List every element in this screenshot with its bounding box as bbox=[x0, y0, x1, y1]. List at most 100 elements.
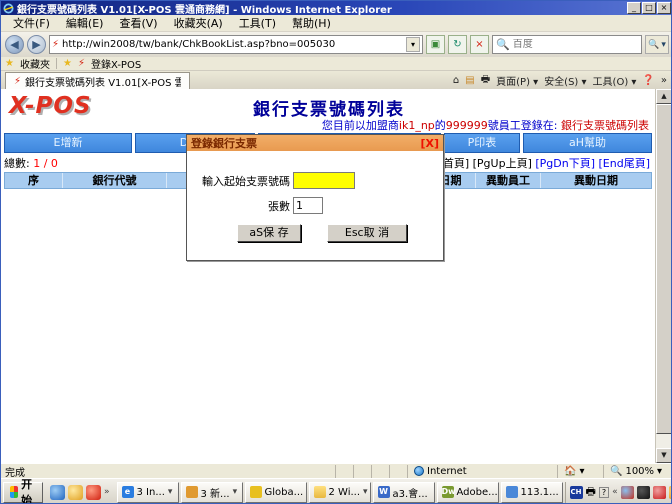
home-icon[interactable]: ⌂ bbox=[453, 75, 459, 86]
taskbar-button-label: Adobe... bbox=[457, 487, 498, 498]
tray-app-icon[interactable] bbox=[621, 486, 634, 499]
quick-launch-overflow[interactable]: » bbox=[104, 487, 110, 497]
qq-icon[interactable] bbox=[86, 485, 101, 500]
status-segment bbox=[371, 465, 389, 478]
count-label: 張數 bbox=[268, 198, 290, 214]
col-bank-code: 銀行代號 bbox=[63, 173, 167, 188]
taskbar-window-group-ie[interactable]: e 3 In... ▾ bbox=[117, 482, 179, 503]
tab-label: 銀行支票號碼列表 V1.01[X-POS 雲通商務網] bbox=[25, 74, 181, 89]
favorites-button[interactable]: 收藏夾 bbox=[20, 56, 50, 71]
address-dropdown[interactable]: ▾ bbox=[406, 37, 420, 52]
back-button[interactable]: ◀ bbox=[5, 35, 24, 54]
tray-collapse-arrow[interactable]: « bbox=[612, 487, 618, 497]
cancel-button[interactable]: Esc取 消 bbox=[327, 224, 407, 242]
address-input[interactable] bbox=[62, 39, 403, 50]
login-status-text: 的 bbox=[435, 119, 446, 132]
dialog-title: 登錄銀行支票 bbox=[191, 135, 257, 151]
security-zone: Internet bbox=[407, 465, 557, 478]
search-options-arrow: ▾ bbox=[661, 40, 666, 50]
scroll-up-arrow[interactable]: ▲ bbox=[656, 89, 672, 104]
ie-logo-icon bbox=[3, 3, 14, 14]
start-button[interactable]: 开始 bbox=[3, 482, 43, 503]
zoom-level: 100% bbox=[625, 466, 654, 477]
tools-menu[interactable]: 工具(O) ▾ bbox=[593, 73, 637, 88]
taskbar-window-global[interactable]: Globa... bbox=[245, 482, 307, 503]
feeds-icon[interactable]: ▤ bbox=[465, 75, 474, 86]
menu-help[interactable]: 幫助(H) bbox=[284, 14, 339, 32]
zoom-control[interactable]: 🔍 100% ▾ bbox=[603, 465, 672, 478]
help-tray-icon[interactable]: ? bbox=[599, 487, 609, 498]
login-status-text: 您目前以加盟商 bbox=[322, 119, 399, 132]
system-tray: CH 🖶 ? « 14:34 bbox=[565, 482, 672, 503]
taskbar-window-adobe[interactable]: Dw Adobe... bbox=[437, 482, 499, 503]
scroll-down-arrow[interactable]: ▼ bbox=[656, 448, 672, 463]
language-indicator[interactable]: CH bbox=[570, 486, 583, 499]
col-modify-date: 異動日期 bbox=[541, 173, 651, 188]
menu-favorites[interactable]: 收藏夾(A) bbox=[166, 14, 231, 32]
windows-flag-icon bbox=[10, 486, 18, 498]
command-overflow[interactable]: » bbox=[661, 75, 667, 86]
maximize-button[interactable]: □ bbox=[642, 2, 656, 14]
col-modify-employee: 異動員工 bbox=[476, 173, 541, 188]
add-favorite-icon[interactable]: ★ bbox=[63, 58, 72, 69]
taskbar: 开始 » e 3 In... ▾ 3 新... ▾ Globa... 2 Wi.… bbox=[1, 478, 672, 504]
taskbar-window-7[interactable]: 113.1... bbox=[501, 482, 563, 503]
app-icon bbox=[186, 486, 198, 498]
messenger-icon[interactable] bbox=[50, 485, 65, 500]
tab-favicon: ⚡ bbox=[14, 76, 21, 87]
add-button[interactable]: E增新 bbox=[4, 133, 132, 153]
taskbar-button-label: 3 In... bbox=[137, 487, 165, 498]
menu-file[interactable]: 文件(F) bbox=[5, 14, 58, 32]
dialog-close-button[interactable]: [X] bbox=[420, 137, 439, 150]
tab-bar: ⚡ 銀行支票號碼列表 V1.01[X-POS 雲通商務網] ⌂ ▤ 🖶 頁面(P… bbox=[1, 71, 672, 89]
start-number-input[interactable] bbox=[293, 172, 355, 189]
zone-label: Internet bbox=[427, 466, 467, 477]
help-button[interactable]: aH幫助 bbox=[523, 133, 652, 153]
help-icon[interactable]: ❓ bbox=[642, 75, 654, 86]
close-button[interactable]: × bbox=[657, 2, 671, 14]
stop-button[interactable]: × bbox=[470, 35, 489, 54]
wangwang-icon[interactable] bbox=[68, 485, 83, 500]
minimize-button[interactable]: _ bbox=[627, 2, 641, 14]
login-status: 您目前以加盟商ik1_np的999999號員工登錄在: 銀行支票號碼列表 bbox=[322, 117, 649, 133]
qq-tray-icon2[interactable] bbox=[653, 486, 666, 499]
refresh-button[interactable]: ↻ bbox=[448, 35, 467, 54]
save-button[interactable]: aS保 存 bbox=[237, 224, 301, 242]
menu-edit[interactable]: 編輯(E) bbox=[58, 14, 112, 32]
app-icon bbox=[250, 486, 262, 498]
compatibility-view-icon[interactable]: ▣ bbox=[426, 35, 445, 54]
menu-view[interactable]: 查看(V) bbox=[111, 14, 165, 32]
favorite-link[interactable]: 登錄X-POS bbox=[91, 56, 141, 71]
pagination-pgup[interactable]: [PgUp上頁] bbox=[473, 157, 532, 170]
pagination-pgdn[interactable]: [PgDn下頁] bbox=[535, 157, 595, 170]
dialog-titlebar[interactable]: 登錄銀行支票 [X] bbox=[187, 135, 443, 151]
chevron-down-icon: ▾ bbox=[579, 466, 584, 477]
favorite-site-icon: ⚡ bbox=[78, 58, 85, 69]
print-table-button[interactable]: P印表 bbox=[444, 133, 520, 153]
qq-tray-icon[interactable] bbox=[637, 486, 650, 499]
taskbar-button-label: 3 新... bbox=[201, 485, 230, 500]
taskbar-window-doc[interactable]: W a3.會... bbox=[373, 482, 435, 503]
site-favicon: ⚡ bbox=[52, 39, 59, 50]
print-icon[interactable]: 🖶 bbox=[481, 72, 490, 89]
protected-mode-cell[interactable]: 🏠 ▾ bbox=[557, 465, 603, 478]
page-menu[interactable]: 頁面(P) ▾ bbox=[496, 73, 538, 88]
count-input[interactable] bbox=[293, 197, 323, 214]
group-dropdown-arrow: ▾ bbox=[233, 487, 238, 497]
tab-active[interactable]: ⚡ 銀行支票號碼列表 V1.01[X-POS 雲通商務網] bbox=[5, 72, 190, 89]
search-input[interactable] bbox=[513, 39, 638, 50]
menu-tools[interactable]: 工具(T) bbox=[231, 14, 284, 32]
ie-icon: e bbox=[122, 486, 134, 498]
safety-menu[interactable]: 安全(S) ▾ bbox=[544, 73, 586, 88]
taskbar-window-group-folders[interactable]: 2 Wi... ▾ bbox=[309, 482, 371, 503]
scroll-thumb[interactable] bbox=[656, 104, 672, 434]
internet-zone-icon bbox=[414, 466, 424, 476]
taskbar-window-group-2[interactable]: 3 新... ▾ bbox=[181, 482, 243, 503]
search-icon: 🔍 bbox=[496, 38, 510, 51]
search-go-button[interactable]: 🔍▾ bbox=[645, 35, 669, 54]
pagination-end[interactable]: [End尾頁] bbox=[599, 157, 651, 170]
vertical-scrollbar[interactable]: ▲ ▼ bbox=[655, 89, 671, 463]
printer-tray-icon[interactable]: 🖶 bbox=[586, 483, 596, 502]
forward-button[interactable]: ▶ bbox=[27, 35, 46, 54]
status-segment bbox=[335, 465, 353, 478]
